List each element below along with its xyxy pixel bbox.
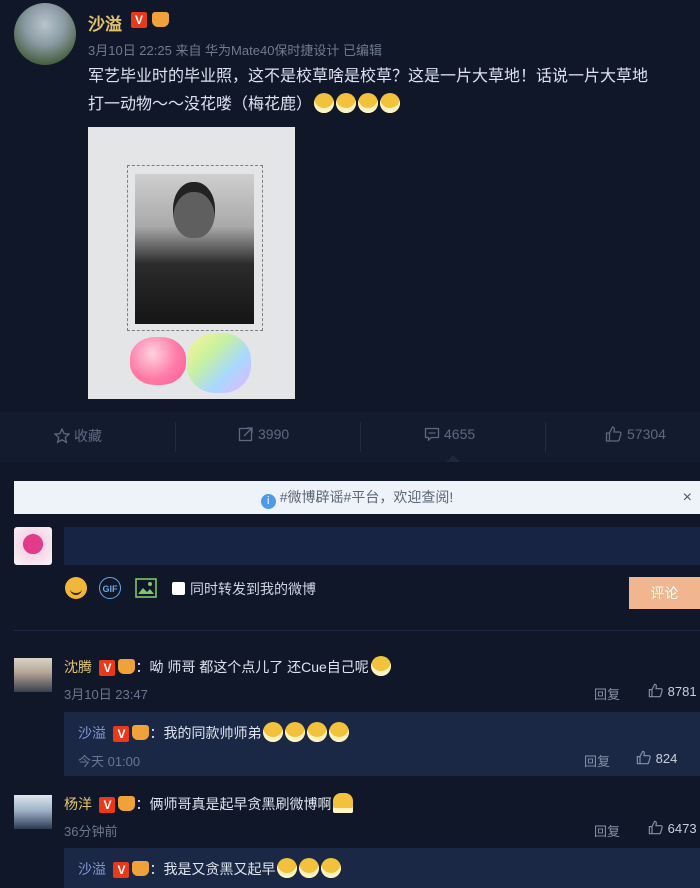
reply-header: 沙溢 V ：我是又贪黑又起早 [78, 858, 342, 879]
pink-heart-sticker [130, 337, 186, 385]
smile-icon [70, 588, 82, 595]
reply-text: ：我是又贪黑又起早 [149, 861, 276, 877]
comment-text: ：呦 师哥 都这个点儿了 还Cue自己呢 [135, 659, 369, 675]
thumbs-up-icon [648, 820, 663, 835]
repost-button[interactable]: 3990 [238, 426, 289, 442]
crown-icon [152, 12, 169, 27]
crown-icon [132, 725, 150, 740]
comment-like-button[interactable]: 8781 [648, 683, 697, 699]
comment-time: 36分钟前 [64, 824, 118, 839]
submit-comment-button[interactable]: 评论 [629, 577, 700, 609]
grin-emoji-icon [263, 722, 284, 742]
reply-button[interactable]: 回复 [594, 684, 620, 703]
comment-button[interactable]: 4655 [424, 426, 475, 442]
verified-badge-icon: V [131, 12, 147, 28]
verified-badge-icon: V [99, 660, 116, 676]
reply-button[interactable]: 回复 [594, 821, 620, 840]
grin-emoji-icon [321, 858, 342, 878]
portrait-image [135, 174, 254, 324]
pray-emoji-icon [333, 793, 354, 813]
comment-like-button[interactable]: 6473 [648, 820, 697, 836]
grin-emoji-icon [307, 722, 328, 742]
comment-text: ：俩师哥真是起早贪黑刷微博啊 [135, 796, 332, 812]
verified-badge-icon: V [113, 862, 130, 878]
crown-icon [132, 861, 150, 876]
reply-box: 沙溢 V ：我的同款帅师弟 今天 01:00 回复 824 [64, 712, 700, 776]
info-icon: i [260, 494, 276, 509]
commenter-name[interactable]: 杨洋 [64, 796, 92, 812]
also-repost-label[interactable]: 同时转发到我的微博 [190, 579, 316, 599]
reply-box: 沙溢 V ：我是又贪黑又起早 [64, 848, 700, 888]
post-avatar[interactable] [14, 3, 76, 65]
favorite-button[interactable]: 收藏 [53, 426, 102, 446]
grin-emoji-icon [358, 93, 379, 113]
grin-emoji-icon [277, 858, 298, 878]
comments-divider [14, 630, 700, 631]
action-separator [175, 422, 176, 452]
thumbs-up-icon [648, 683, 663, 698]
comment-icon [424, 427, 440, 442]
reply-time: 今天 01:00 [78, 754, 141, 769]
grin-emoji-icon [329, 722, 350, 742]
post-photo[interactable] [88, 127, 295, 399]
rumor-notice-text: #微博辟谣#平台，欢迎查阅! [279, 489, 454, 505]
comment-avatar[interactable] [14, 795, 52, 829]
emoji-button[interactable] [65, 577, 87, 599]
gif-button[interactable]: GIF [99, 577, 121, 599]
post-text-line2: 打一动物～～没花喽（梅花鹿） [88, 92, 401, 118]
thumbs-up-icon [605, 426, 622, 442]
reply-header: 沙溢 V ：我的同款帅师弟 [78, 722, 350, 743]
also-repost-checkbox[interactable] [172, 582, 185, 595]
action-separator [545, 422, 546, 452]
action-separator [360, 422, 361, 452]
rumor-notice-banner[interactable]: i #微博辟谣#平台，欢迎查阅! × [14, 481, 700, 514]
replier-name[interactable]: 沙溢 [78, 861, 106, 877]
reply-like-button[interactable]: 824 [636, 750, 677, 766]
image-icon [135, 578, 157, 598]
repost-icon [238, 427, 253, 442]
comment-caret [446, 455, 460, 462]
close-icon[interactable]: × [683, 481, 692, 514]
star-icon [53, 427, 71, 444]
comment-avatar[interactable] [14, 658, 52, 692]
my-avatar[interactable] [14, 527, 52, 565]
comment-time: 3月10日 23:47 [64, 687, 148, 702]
grin-emoji-icon [314, 93, 335, 113]
post-meta: 3月10日 22:25 来自 华为Mate40保时捷设计 已编辑 [88, 43, 383, 58]
commenter-name[interactable]: 沈腾 [64, 659, 92, 675]
comment-input[interactable] [64, 527, 700, 565]
post-username[interactable]: 沙溢 [88, 10, 122, 35]
comment-like-count: 6473 [667, 821, 697, 836]
verified-badge-icon: V [99, 797, 116, 813]
comment-header: 沈腾 V ：呦 师哥 都这个点儿了 还Cue自己呢 [64, 656, 391, 677]
shrug-emoji-icon [370, 656, 391, 676]
post-action-bar: 收藏 3990 4655 57304 [0, 412, 700, 462]
comment-like-count: 8781 [667, 684, 697, 699]
grin-emoji-icon [299, 858, 320, 878]
reply-like-count: 824 [655, 751, 678, 766]
crown-icon [118, 796, 136, 811]
post-text-line1: 军艺毕业时的毕业照，这不是校草啥是校草？这是一片大草地！话说一片大草地 [88, 68, 649, 85]
crown-icon [118, 659, 136, 674]
rainbow-heart-sticker [187, 333, 251, 393]
grin-emoji-icon [336, 93, 357, 113]
grin-emoji-icon [380, 93, 401, 113]
thumbs-up-icon [636, 750, 651, 765]
gif-icon: GIF [102, 584, 118, 594]
image-button[interactable] [135, 578, 157, 603]
grin-emoji-icon [285, 722, 306, 742]
reply-text: ：我的同款帅师弟 [149, 725, 262, 741]
portrait-face [173, 182, 215, 238]
replier-name[interactable]: 沙溢 [78, 725, 106, 741]
verified-badge-icon: V [113, 726, 130, 742]
comment-header: 杨洋 V ：俩师哥真是起早贪黑刷微博啊 [64, 793, 354, 814]
reply-button[interactable]: 回复 [584, 751, 610, 770]
like-button[interactable]: 57304 [605, 426, 666, 442]
